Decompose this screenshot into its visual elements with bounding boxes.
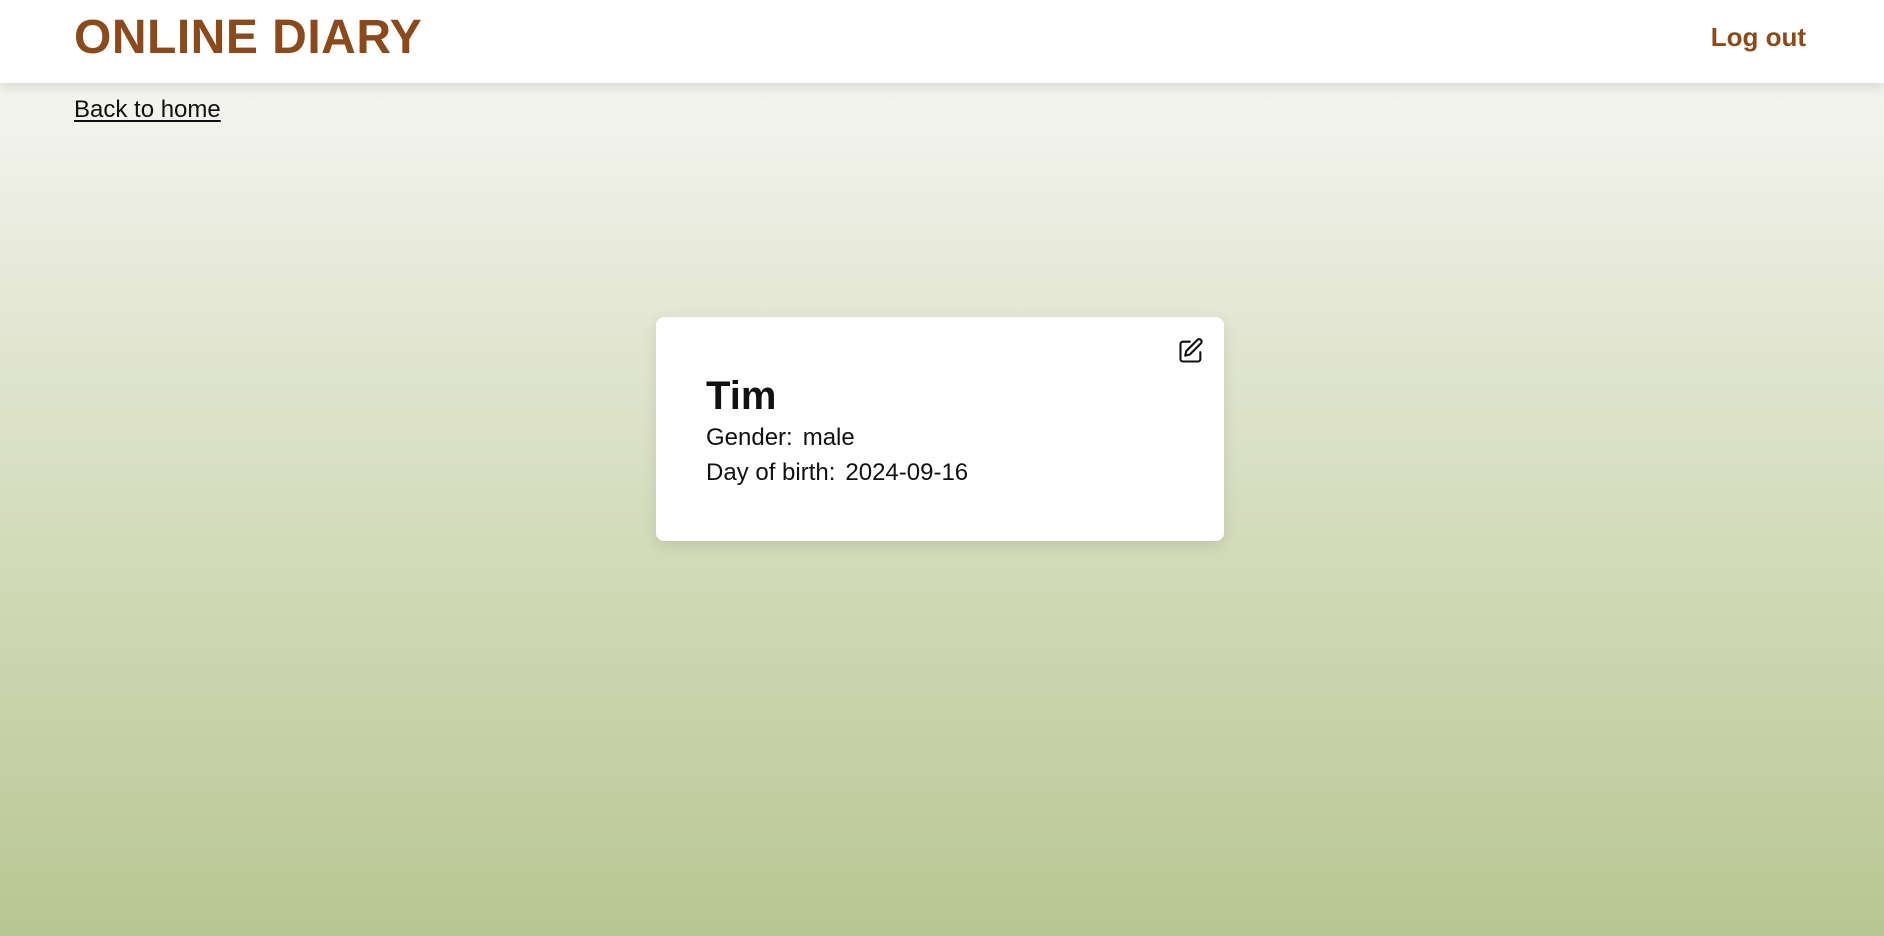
gender-row: Gender: male — [706, 423, 855, 453]
edit-profile-button[interactable] — [1176, 336, 1206, 366]
gender-label: Gender: — [706, 424, 793, 451]
gender-value: male — [802, 424, 855, 451]
profile-name: Tim — [706, 374, 777, 418]
birthdate-value: 2024-09-16 — [845, 459, 969, 486]
top-navbar: ONLINE DIARY Log out — [0, 0, 1884, 83]
birthdate-label: Day of birth: — [706, 459, 836, 486]
logout-button[interactable]: Log out — [1711, 20, 1806, 54]
profile-card: Tim Gender: male Day of birth: 2024-09-16 — [656, 317, 1224, 541]
back-to-home-link[interactable]: Back to home — [74, 94, 221, 126]
birthdate-row: Day of birth: 2024-09-16 — [706, 458, 968, 488]
brand-logo-text[interactable]: ONLINE DIARY — [74, 10, 422, 66]
pencil-square-icon — [1177, 337, 1205, 365]
